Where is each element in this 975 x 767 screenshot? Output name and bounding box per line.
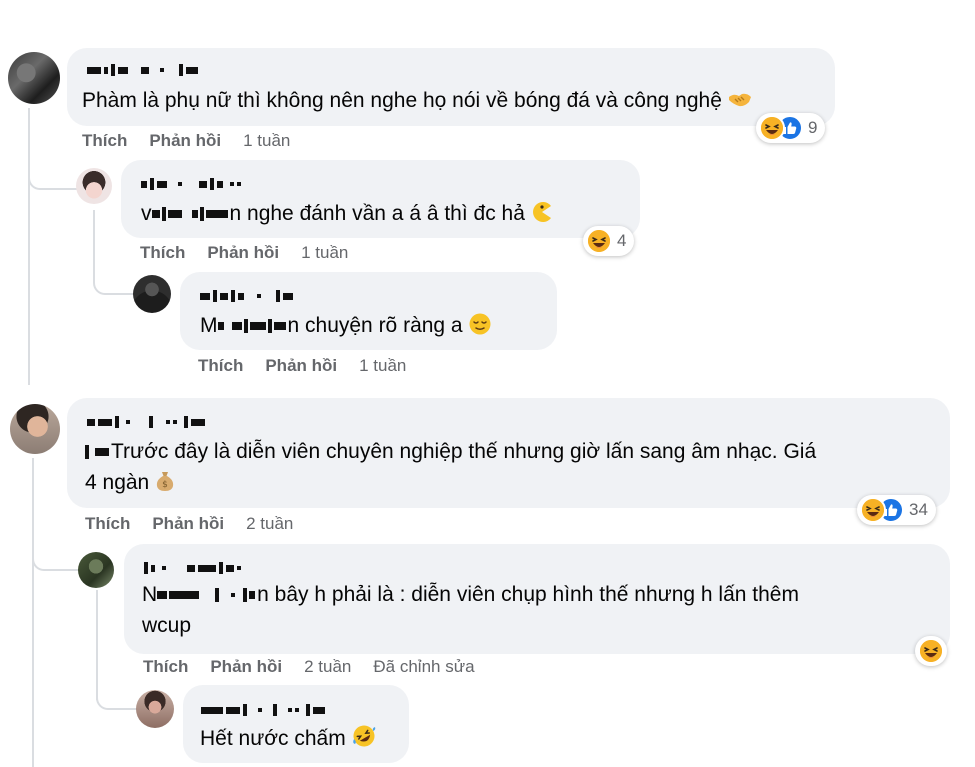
comment-actions: Thích Phản hồi 2 tuần bbox=[85, 514, 293, 534]
like-button[interactable]: Thích bbox=[143, 657, 188, 677]
comment-actions: Thích Phản hồi 1 tuần bbox=[82, 131, 290, 151]
reply-bubble: Hết nước chấm bbox=[183, 685, 409, 763]
reaction-count: 4 bbox=[617, 231, 627, 250]
reply-text: vn nghe đánh vần a á â thì đc hả bbox=[141, 198, 553, 232]
reply-text: Hết nước chấm bbox=[200, 723, 376, 757]
reply-bubble: Nn bây h phải là : diễn viên chụp hình t… bbox=[124, 544, 950, 654]
reply-actions: Thích Phản hồi 1 tuần bbox=[140, 243, 348, 263]
reply-button[interactable]: Phản hồi bbox=[265, 356, 337, 376]
redacted-text bbox=[217, 319, 286, 334]
avatar[interactable] bbox=[8, 52, 60, 104]
timestamp[interactable]: 2 tuần bbox=[304, 657, 351, 677]
reply-button[interactable]: Phản hồi bbox=[210, 657, 282, 677]
commenter-name-redacted[interactable] bbox=[201, 702, 325, 718]
comment-text: 4 ngàn $ bbox=[85, 467, 175, 501]
haha-reaction-icon bbox=[759, 115, 785, 141]
like-button[interactable]: Thích bbox=[82, 131, 127, 151]
rofl-emoji bbox=[352, 724, 376, 757]
thread-connector bbox=[93, 255, 135, 295]
relieved-face-emoji bbox=[469, 313, 491, 344]
thread-connector bbox=[32, 535, 80, 571]
reaction-summary[interactable] bbox=[915, 636, 947, 666]
haha-reaction-icon bbox=[860, 497, 886, 523]
redacted-text bbox=[151, 207, 228, 222]
reply-button[interactable]: Phản hồi bbox=[152, 514, 224, 534]
like-button[interactable]: Thích bbox=[198, 356, 243, 376]
avatar[interactable] bbox=[78, 552, 114, 588]
money-bag-emoji: $ bbox=[155, 470, 175, 501]
commenter-name-redacted[interactable] bbox=[141, 176, 241, 192]
edited-label[interactable]: Đã chỉnh sửa bbox=[373, 657, 474, 677]
commenter-name-redacted[interactable] bbox=[200, 288, 293, 304]
reply-text: Nn bây h phải là : diễn viên chụp hình t… bbox=[142, 583, 799, 606]
commenter-name-redacted[interactable] bbox=[87, 414, 205, 430]
reply-button[interactable]: Phản hồi bbox=[207, 243, 279, 263]
comment-bubble: Phàm là phụ nữ thì không nên nghe họ nói… bbox=[67, 48, 835, 126]
comment-text: Trước đây là diễn viên chuyên nghiệp thế… bbox=[85, 436, 816, 467]
commenter-name-redacted[interactable] bbox=[144, 560, 241, 576]
haha-reaction-icon bbox=[918, 638, 944, 664]
avatar[interactable] bbox=[10, 404, 60, 454]
timestamp[interactable]: 1 tuần bbox=[359, 356, 406, 376]
reaction-summary[interactable]: 9 bbox=[756, 113, 826, 143]
reaction-summary[interactable]: 4 bbox=[583, 226, 635, 256]
reaction-count: 34 bbox=[909, 500, 928, 519]
like-button[interactable]: Thích bbox=[85, 514, 130, 534]
pacman-emoji bbox=[531, 201, 553, 232]
handshake-emoji bbox=[728, 88, 752, 119]
avatar[interactable] bbox=[133, 275, 171, 313]
reply-bubble: vn nghe đánh vần a á â thì đc hả bbox=[121, 160, 640, 238]
reply-button[interactable]: Phản hồi bbox=[149, 131, 221, 151]
avatar[interactable] bbox=[76, 168, 112, 204]
timestamp[interactable]: 2 tuần bbox=[246, 514, 293, 534]
redacted-text bbox=[85, 445, 109, 460]
thread-line bbox=[32, 458, 34, 767]
like-button[interactable]: Thích bbox=[140, 243, 185, 263]
reply-text: wcup bbox=[142, 614, 192, 637]
avatar[interactable] bbox=[136, 690, 174, 728]
reply-bubble: Mn chuyện rõ ràng a bbox=[180, 272, 557, 350]
commenter-name-redacted[interactable] bbox=[87, 62, 198, 78]
svg-text:$: $ bbox=[162, 480, 168, 490]
reply-actions: Thích Phản hồi 1 tuần bbox=[198, 356, 406, 376]
thread-connector bbox=[96, 670, 138, 710]
reaction-count: 9 bbox=[808, 118, 818, 137]
comment-bubble: Trước đây là diễn viên chuyên nghiệp thế… bbox=[67, 398, 950, 508]
reply-actions: Thích Phản hồi 2 tuần Đã chỉnh sửa bbox=[143, 657, 475, 677]
reaction-summary[interactable]: 34 bbox=[857, 495, 936, 525]
reply-text: Mn chuyện rõ ràng a bbox=[200, 310, 491, 344]
timestamp[interactable]: 1 tuần bbox=[301, 243, 348, 263]
timestamp[interactable]: 1 tuần bbox=[243, 131, 290, 151]
haha-reaction-icon bbox=[586, 228, 612, 254]
redacted-text bbox=[157, 588, 256, 603]
thread-connector bbox=[28, 150, 78, 190]
comment-text: Phàm là phụ nữ thì không nên nghe họ nói… bbox=[82, 85, 752, 119]
